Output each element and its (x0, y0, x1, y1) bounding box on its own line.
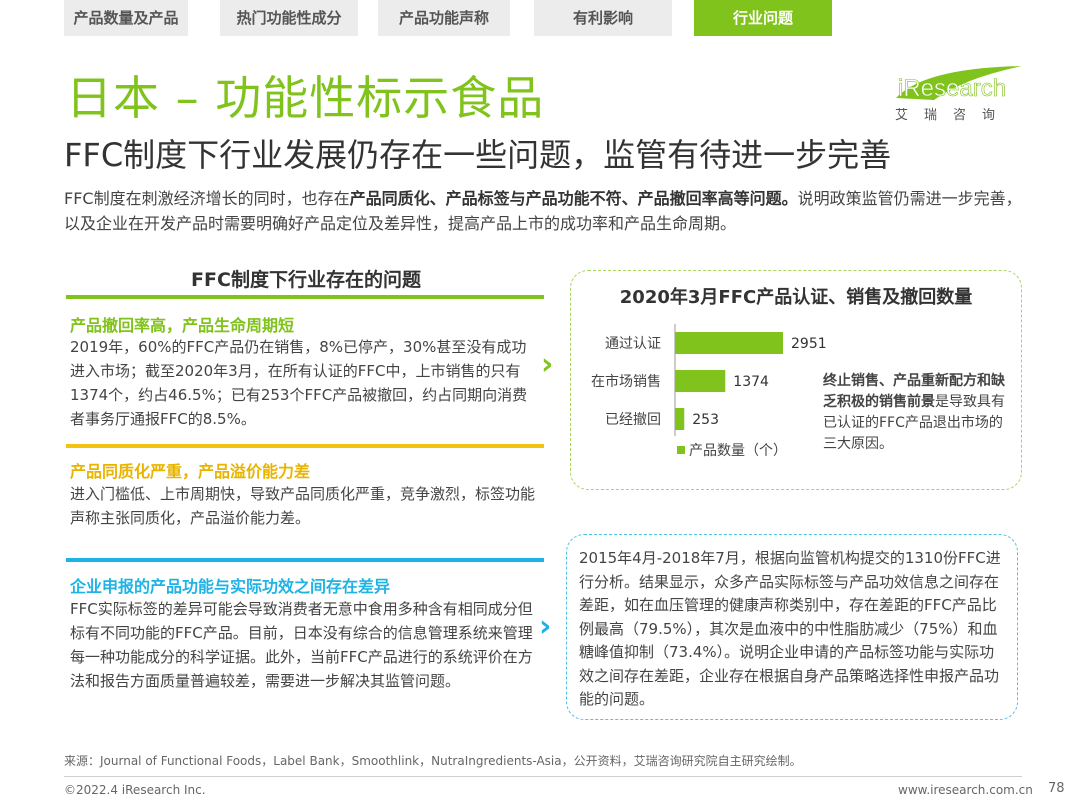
category-label: 通过认证 (605, 336, 661, 352)
legend-swatch (677, 446, 685, 454)
tab-product-count[interactable]: 产品数量及产品 (64, 0, 188, 36)
issue-2-heading: 产品同质化严重，产品溢价能力差 (70, 462, 311, 481)
tab-favorable-impact[interactable]: 有利影响 (534, 0, 672, 36)
chevron-right-icon: › (539, 609, 552, 644)
issue-3-body: FFC实际标签的差异可能会导致消费者无意中食用多种含有相同成分但标有不同功能的F… (70, 600, 533, 690)
issue-2-divider (66, 444, 544, 448)
legend-label: 产品数量（个） (689, 443, 787, 459)
value-label: 1374 (733, 374, 769, 390)
value-label: 2951 (791, 336, 827, 352)
page-number: 78 (1048, 781, 1065, 796)
tab-popular-ingredients[interactable]: 热门功能性成分 (220, 0, 358, 36)
study-panel: 2015年4月-2018年7月，根据向监管机构提交的1310份FFC进行分析。结… (566, 534, 1018, 720)
tab-industry-issues[interactable]: 行业问题 (694, 0, 832, 36)
footer-divider (64, 776, 1022, 777)
website-url[interactable]: www.iresearch.com.cn (898, 783, 1033, 797)
category-label: 在市场销售 (591, 373, 661, 390)
issue-1-divider (66, 295, 544, 299)
value-label: 253 (692, 412, 719, 428)
section-tabs: 产品数量及产品 热门功能性成分 产品功能声称 有利影响 行业问题 (64, 0, 832, 36)
chevron-right-icon: › (541, 347, 554, 382)
issue-1-heading: 产品撤回率高，产品生命周期短 (70, 316, 295, 335)
copyright: ©2022.4 iResearch Inc. (64, 783, 206, 797)
logo-subtitle: 艾瑞咨询 (895, 108, 1012, 123)
bar (675, 332, 783, 354)
issue-2-body: 进入门槛低、上市周期快，导致产品同质化严重，竞争激烈，标签功能声称主张同质化，产… (70, 485, 536, 527)
intro-highlight: 产品同质化、产品标签与产品功能不符、产品撤回率高等问题。 (349, 189, 798, 208)
logo-wordmark: iResearch (898, 75, 1006, 102)
page-title: 日本 – 功能性标示食品 (66, 71, 545, 125)
page-subtitle: FFC制度下行业发展仍存在一些问题，监管有待进一步完善 (64, 136, 892, 174)
issue-1-body: 2019年，60%的FFC产品仍在销售，8%已停产，30%甚至没有成功进入市场；… (70, 338, 528, 428)
issues-title: FFC制度下行业存在的问题 (191, 269, 421, 291)
chart-note: 终止销售、产品重新配方和缺乏积极的销售前景是导致具有已认证的FFC产品退出市场的… (823, 373, 1005, 452)
bar (675, 408, 685, 430)
tab-function-claims[interactable]: 产品功能声称 (378, 0, 510, 36)
intro-paragraph: FFC制度在刺激经济增长的同时，也存在产品同质化、产品标签与产品功能不符、产品撤… (64, 189, 1022, 233)
issue-3-heading: 企业申报的产品功能与实际功效之间存在差异 (70, 577, 391, 596)
chart-panel: 2020年3月FFC产品认证、销售及撤回数量 通过认证 2951 在市场销售 1374… (570, 270, 1022, 490)
category-label: 已经撤回 (605, 412, 661, 428)
issue-3-divider (66, 558, 544, 562)
source-note: 来源：Journal of Functional Foods，Label Ban… (64, 754, 802, 768)
bar (675, 370, 726, 392)
study-text: 2015年4月-2018年7月，根据向监管机构提交的1310份FFC进行分析。结… (579, 549, 1001, 708)
